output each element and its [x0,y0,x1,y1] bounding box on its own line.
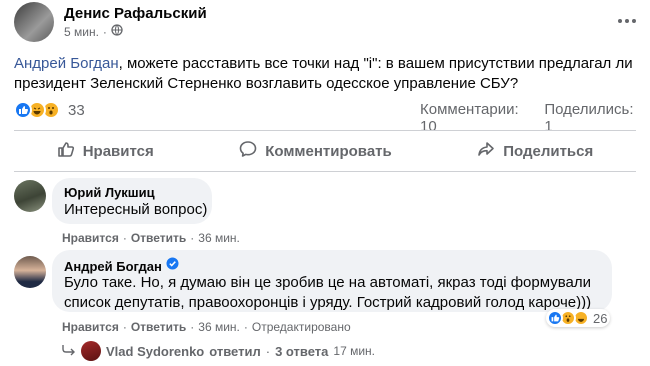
post-body: Андрей Богдан, можете расставить все точ… [14,55,633,92]
like-reaction-icon [547,310,563,326]
share-button[interactable]: Поделиться [477,140,593,162]
comment-edited-label[interactable]: Отредактировано [252,320,351,334]
post-action-bar: Нравится Комментировать Поделиться [14,131,636,171]
comment-meta: Нравится · Ответить · 36 мин. · Отредакт… [62,320,351,334]
reply-author: Vlad Sydorenko [106,343,205,359]
comment-button[interactable]: Комментировать [239,140,392,162]
like-reaction-icon [14,101,32,119]
comment-reply-link[interactable]: Ответить [131,231,186,245]
post-timestamp[interactable]: 5 мин. · [64,24,123,39]
comment-meta: Нравится · Ответить · 36 мин. [62,231,240,245]
reply-verb: ответил [209,343,261,359]
post-author-avatar[interactable] [14,2,54,42]
post-author-name[interactable]: Денис Рафальский [64,5,207,22]
share-arrow-icon [477,140,495,162]
comment-avatar[interactable] [14,180,46,212]
comment-time[interactable]: 36 мин. [198,320,240,334]
view-replies-link[interactable]: Vlad Sydorenko ответил · 3 ответа 17 мин… [62,341,375,361]
comment-time[interactable]: 36 мин. [198,231,240,245]
comment-text: Интересный вопрос) [64,201,208,218]
comment-reply-link[interactable]: Ответить [131,320,186,334]
comment-like-link[interactable]: Нравится [62,320,119,334]
reply-author-avatar [81,341,101,361]
comment-author[interactable]: Андрей Богдан [64,259,162,274]
reply-count: 3 ответа [275,343,329,359]
comment-bubble: Юрий Лукшиц Интересный вопрос) [52,178,212,224]
globe-icon [111,24,123,39]
reactions-count: 33 [68,101,85,119]
divider-bottom [14,171,636,172]
comment-reactions-count: 26 [593,310,608,326]
comment-like-link[interactable]: Нравится [62,231,119,245]
like-button[interactable]: Нравится [57,140,154,162]
post-options-icon[interactable] [618,19,636,23]
comment-reactions[interactable]: 26 [546,309,611,327]
comment-author[interactable]: Юрий Лукшиц [64,185,155,200]
reply-time: 17 мин. [333,344,375,358]
comment-text: Було таке. Но, я думаю він це зробив це … [64,274,592,311]
post-time: 5 мин. [64,24,99,39]
reply-arrow-icon [62,344,76,359]
mention-link[interactable]: Андрей Богдан [14,55,119,72]
speech-bubble-icon [239,140,257,162]
comment-avatar[interactable] [14,256,46,288]
post-reactions-summary[interactable]: 33 [14,101,85,119]
comment-bubble: Андрей Богдан Було таке. Но, я думаю він… [52,250,612,312]
thumbs-up-icon [57,140,75,162]
